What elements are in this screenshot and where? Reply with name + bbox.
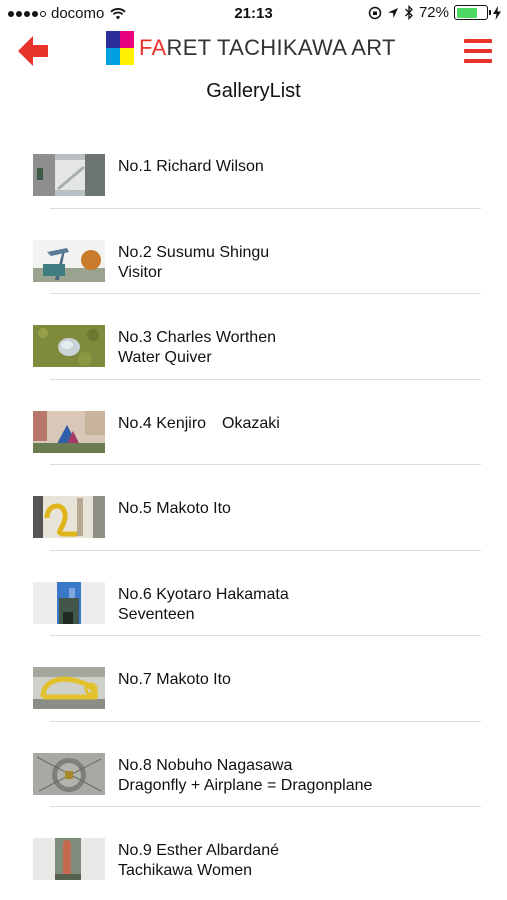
menu-button[interactable] [464,39,492,63]
status-bar: docomo 21:13 72% [0,0,507,28]
gallery-item[interactable]: No.2 Susumu Shingu Visitor [0,209,507,295]
gallery-item-text: No.6 Kyotaro Hakamata Seventeen [118,585,289,625]
page-title: GalleryList [206,80,301,102]
artwork-thumbnail [33,154,105,196]
artwork-thumbnail [33,667,105,709]
gallery-item-text: No.5 Makoto Ito [118,499,231,519]
artist-name: No.4 Kenjiro Okazaki [118,414,280,432]
hamburger-menu-icon [464,39,492,43]
artist-name: No.9 Esther Albardané [118,842,279,859]
artist-name: No.8 Nobuho Nagasawa [118,756,293,774]
artist-name: No.2 Susumu Shingu [118,243,270,261]
brand-title: FARET TACHIKAWA ART [139,35,396,60]
gallery-item[interactable]: No.7 Makoto Ito [0,636,507,722]
gallery-item[interactable]: No.3 Charles Worthen Water Quiver [0,294,507,380]
app-header: FARET TACHIKAWA ART [0,28,507,74]
artwork-thumbnail [33,325,105,367]
artist-name: No.6 Kyotaro Hakamata [118,585,289,603]
gallery-item-text: No.7 Makoto Ito [118,670,231,690]
gallery-item[interactable]: No.9 Esther Albardané Tachikawa Women [0,807,507,893]
artist-name: No.1 Richard Wilson [118,158,264,175]
gallery-item-text: No.9 Esther Albardané Tachikawa Women [118,841,279,881]
artist-name: No.3 Charles Worthen [118,329,276,346]
faret-logo-icon [106,31,134,65]
back-button[interactable] [18,34,50,68]
gallery-item[interactable]: No.1 Richard Wilson [0,123,507,209]
gallery-item-text: No.4 Kenjiro Okazaki [118,414,280,434]
artwork-thumbnail [33,410,105,453]
battery-level-fill [456,7,478,18]
artwork-title: Water Quiver [118,349,212,366]
gallery-item-text: No.2 Susumu Shingu Visitor [118,243,269,283]
battery-percent: 72% [418,4,449,21]
bluetooth-icon [405,5,413,20]
artwork-title: Visitor [118,263,163,281]
status-icons: 72% [368,4,501,21]
charging-bolt-icon [493,5,501,20]
brand-logo: FARET TACHIKAWA ART [106,31,396,65]
gallery-item-text: No.3 Charles Worthen Water Quiver [118,328,276,368]
gallery-item[interactable]: No.4 Kenjiro Okazaki [0,380,507,466]
battery-icon [454,5,491,20]
orientation-lock-icon [368,6,382,19]
artwork-title: Dragonfly + Airplane = Dragonplane [118,776,373,794]
artist-name: No.5 Makoto Ito [118,500,231,517]
artist-name: No.7 Makoto Ito [118,671,231,688]
artwork-thumbnail [33,838,105,880]
gallery-item-text: No.1 Richard Wilson [118,157,264,177]
artwork-thumbnail [33,581,105,624]
artwork-title: Tachikawa Women [118,862,252,879]
artwork-thumbnail [33,496,105,538]
gallery-list: No.1 Richard Wilson No.2 Susumu Shingu V… [0,123,507,893]
artwork-thumbnail [33,239,105,282]
artwork-thumbnail [33,752,105,795]
gallery-item-text: No.8 Nobuho Nagasawa Dragonfly + Airplan… [118,756,372,796]
location-arrow-icon [387,7,398,18]
artwork-title: Seventeen [118,605,195,623]
gallery-item[interactable]: No.8 Nobuho Nagasawa Dragonfly + Airplan… [0,722,507,808]
gallery-item[interactable]: No.6 Kyotaro Hakamata Seventeen [0,551,507,637]
gallery-item[interactable]: No.5 Makoto Ito [0,465,507,551]
back-arrow-icon [18,36,48,66]
